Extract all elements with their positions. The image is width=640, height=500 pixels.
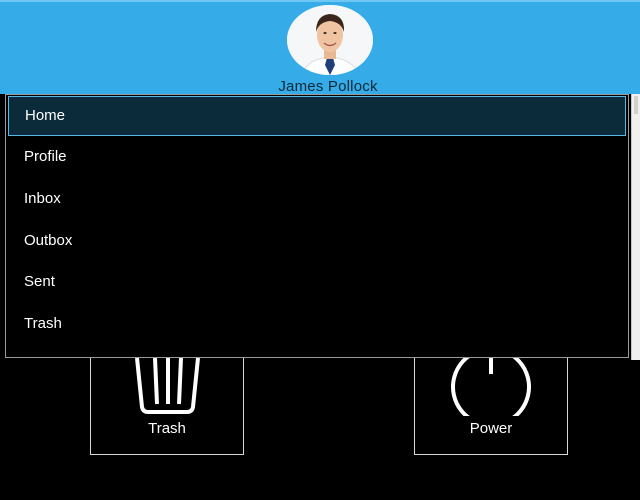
power-tile-label: Power — [469, 420, 513, 437]
menu-item-home[interactable]: Home — [8, 96, 626, 136]
menu-item-profile[interactable]: Profile — [6, 137, 628, 177]
scrollbar[interactable] — [631, 94, 640, 360]
navigation-menu: Home Profile Inbox Outbox Sent Trash — [5, 94, 629, 358]
menu-item-label: Sent — [24, 273, 55, 290]
scrollbar-thumb[interactable] — [634, 96, 638, 114]
menu-item-sent[interactable]: Sent — [6, 262, 628, 302]
avatar-photo — [287, 5, 373, 75]
trash-tile[interactable]: Trash — [90, 343, 244, 455]
menu-item-trash[interactable]: Trash — [6, 304, 628, 344]
menu-item-label: Outbox — [24, 232, 73, 249]
user-name: James Pollock — [278, 78, 378, 95]
header-bar: James Pollock — [0, 0, 640, 95]
app-window: James Pollock Trash Power Home Profile I… — [0, 0, 640, 500]
menu-item-outbox[interactable]: Outbox — [6, 221, 628, 261]
avatar[interactable] — [287, 5, 373, 75]
menu-item-label: Home — [25, 107, 66, 124]
menu-item-label: Inbox — [24, 190, 61, 207]
menu-item-label: Trash — [24, 315, 62, 332]
trash-tile-label: Trash — [148, 420, 186, 437]
menu-item-inbox[interactable]: Inbox — [6, 179, 628, 219]
power-tile[interactable]: Power — [414, 343, 568, 455]
menu-item-label: Profile — [24, 148, 67, 165]
